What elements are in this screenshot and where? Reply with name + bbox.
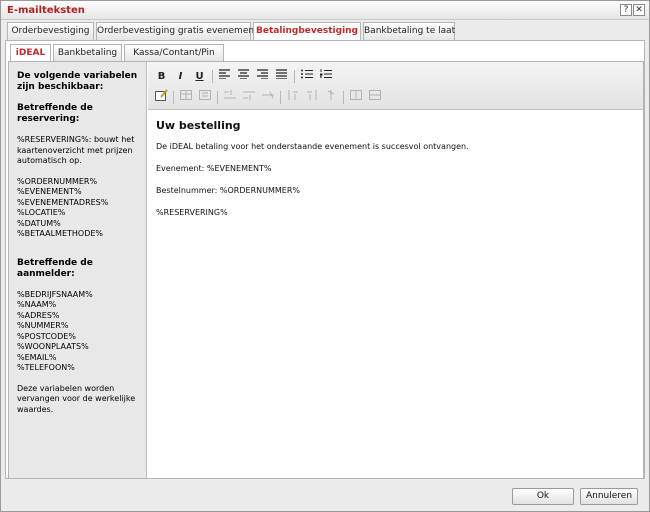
delete-col-icon[interactable] <box>322 89 339 106</box>
row-after-icon[interactable] <box>240 89 257 106</box>
email-type-tabs: Orderbevestiging Orderbevestiging gratis… <box>7 22 647 41</box>
reservation-heading: Betreffende de reservering: <box>17 103 93 124</box>
editor-panel: De volgende variabelen zijn beschikbaar:… <box>8 61 644 479</box>
tab-ideal[interactable]: iDEAL <box>10 44 51 62</box>
align-center-icon[interactable] <box>235 68 252 85</box>
tab-betalingbevestiging[interactable]: Betalingbevestiging <box>253 22 361 41</box>
editor-toolbar: B I U <box>148 62 643 110</box>
document-line: Evenement: %EVENEMENT% <box>156 164 272 173</box>
tab-kassa-contant-pin[interactable]: Kassa/Contant/Pin <box>124 44 224 61</box>
insert-table-icon[interactable] <box>177 89 194 106</box>
tab-bankbetaling[interactable]: Bankbetaling <box>53 44 122 61</box>
html-edit-icon[interactable] <box>153 89 170 106</box>
variable-item: %ADRES% <box>17 310 60 320</box>
variable-item: %TELEFOON% <box>17 363 75 372</box>
email-texts-dialog: E-mailteksten ? ✕ Orderbevestiging Order… <box>0 0 650 512</box>
tab-orderbevestiging-gratis[interactable]: Orderbevestiging gratis evenement <box>96 22 258 40</box>
numbered-list-icon[interactable] <box>317 68 334 85</box>
variable-item: %EVENEMENTADRES% <box>17 197 109 207</box>
reservering-description: %RESERVERING%: bouwt het kaartenoverzich… <box>17 135 135 165</box>
ok-button[interactable]: Ok <box>512 488 574 505</box>
underline-button[interactable]: U <box>191 68 208 85</box>
variable-item: %WOONPLAATS% <box>17 342 89 351</box>
tab-content-panel: iDEAL Bankbetaling Kassa/Contant/Pin De … <box>5 40 645 479</box>
document-line: %RESERVERING% <box>156 208 228 217</box>
title-bar: E-mailteksten ? ✕ <box>1 1 649 20</box>
help-icon[interactable]: ? <box>620 4 632 16</box>
document-line: De iDEAL betaling voor het onderstaande … <box>156 142 469 151</box>
document-line: Bestelnummer: %ORDERNUMMER% <box>156 186 300 195</box>
variable-item: %EMAIL% <box>17 352 57 362</box>
editor-document[interactable]: Uw bestelling De iDEAL betaling voor het… <box>156 119 636 229</box>
variable-item: %POSTCODE% <box>17 331 76 341</box>
row-before-icon[interactable] <box>221 89 238 106</box>
delete-row-icon[interactable] <box>259 89 276 106</box>
variable-item: %NAAM% <box>17 300 57 309</box>
bullet-list-icon[interactable] <box>298 68 315 85</box>
align-left-icon[interactable] <box>216 68 233 85</box>
registrant-variables: %BEDRIJFSNAAM% %NAAM% %ADRES% %NUMMER% %… <box>17 290 146 374</box>
variable-item: %LOCATIE% <box>17 208 66 217</box>
variable-item: %EVENEMENT% <box>17 187 82 196</box>
variable-item: %DATUM% <box>17 218 61 228</box>
col-after-icon[interactable] <box>303 89 320 106</box>
variable-item: %BEDRIJFSNAAM% <box>17 289 93 299</box>
merge-cells-icon[interactable] <box>366 89 383 106</box>
variables-intro: De volgende variabelen zijn beschikbaar: <box>17 71 138 92</box>
table-props-icon[interactable] <box>196 89 213 106</box>
cancel-button[interactable]: Annuleren <box>580 488 638 505</box>
align-justify-icon[interactable] <box>273 68 290 85</box>
bold-button[interactable]: B <box>153 68 170 85</box>
registrant-heading: Betreffende de aanmelder: <box>17 257 93 279</box>
variable-item: %NUMMER% <box>17 321 69 330</box>
close-icon[interactable]: ✕ <box>633 4 645 16</box>
tab-bankbetaling-te-laat[interactable]: Bankbetaling te laat <box>363 22 455 40</box>
italic-button[interactable]: I <box>172 68 189 85</box>
tab-orderbevestiging[interactable]: Orderbevestiging <box>7 22 94 40</box>
variables-sidebar: De volgende variabelen zijn beschikbaar:… <box>9 62 147 478</box>
align-right-icon[interactable] <box>254 68 271 85</box>
split-cells-icon[interactable] <box>347 89 364 106</box>
col-before-icon[interactable] <box>284 89 301 106</box>
dialog-title: E-mailteksten <box>7 5 85 16</box>
document-heading: Uw bestelling <box>156 119 241 132</box>
variable-item: %BETAALMETHODE% <box>17 229 104 238</box>
variable-item: %ORDERNUMMER% <box>17 176 98 186</box>
variables-footer-note: Deze variabelen worden vervangen voor de… <box>17 383 136 414</box>
reservation-variables: %ORDERNUMMER% %EVENEMENT% %EVENEMENTADRE… <box>17 177 146 240</box>
rich-text-editor: B I U Uw bestelling De iDEAL betaling vo… <box>148 62 643 478</box>
